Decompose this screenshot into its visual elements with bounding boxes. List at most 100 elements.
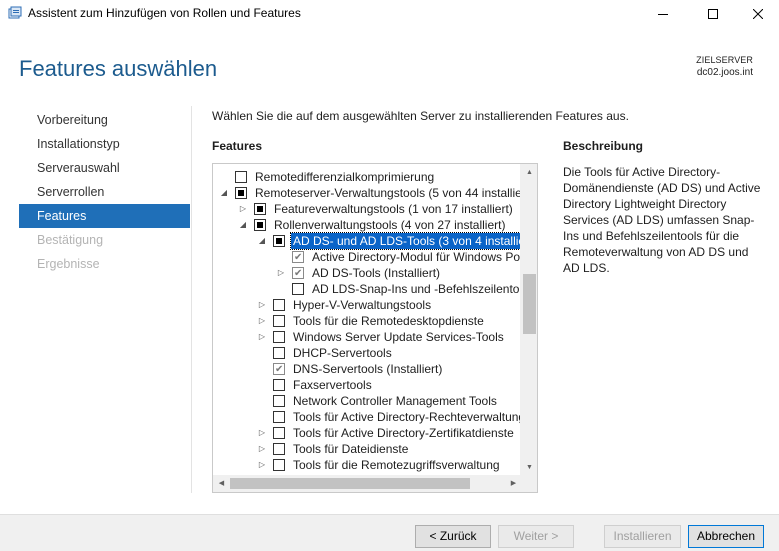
features-heading: Features	[212, 139, 263, 153]
feature-checkbox[interactable]	[273, 443, 285, 455]
tree-item[interactable]: ▷ Tools für die Remotezugriffsverwaltung	[213, 457, 521, 473]
tree-item[interactable]: ▷ Tools für Active Directory-Zertifikatdi…	[213, 425, 521, 441]
window-title: Assistent zum Hinzufügen von Rollen und …	[28, 6, 301, 20]
tree-item[interactable]: ▷ Tools für die Remotedesktopdienste	[213, 313, 521, 329]
no-arrow	[257, 361, 267, 377]
tree-item[interactable]: ◢ AD DS- und AD LDS-Tools (3 von 4 instal…	[213, 232, 537, 250]
expand-arrow-icon[interactable]: ▷	[257, 329, 267, 345]
tree-item[interactable]: DHCP-Servertools	[213, 345, 521, 361]
tree-item[interactable]: Network Controller Management Tools	[213, 393, 521, 409]
feature-checkbox[interactable]	[273, 459, 285, 471]
tree-item[interactable]: ◢ Rollenverwaltungstools (4 von 27 instal…	[213, 217, 521, 233]
collapse-arrow-icon[interactable]: ◢	[219, 185, 229, 201]
wizard-nav: Vorbereitung Installationstyp Serverausw…	[19, 108, 190, 276]
feature-checkbox[interactable]	[273, 362, 285, 378]
expand-arrow-icon[interactable]: ▷	[257, 457, 267, 473]
expand-arrow-icon[interactable]: ▷	[238, 201, 248, 217]
tree-item-label: Tools für Active Directory-Rechteverwalt…	[293, 410, 537, 424]
target-server-label: ZIELSERVER	[696, 55, 753, 65]
feature-checkbox[interactable]	[273, 427, 285, 439]
expand-arrow-icon[interactable]: ▷	[257, 441, 267, 457]
tree-item[interactable]: ▷ Windows Server Update Services-Tools	[213, 329, 521, 345]
install-button[interactable]: Installieren	[604, 525, 681, 548]
nav-item-serverauswahl[interactable]: Serverauswahl	[19, 156, 190, 180]
title-bar: Assistent zum Hinzufügen von Rollen und …	[0, 0, 779, 28]
back-button[interactable]: < Zurück	[415, 525, 491, 548]
feature-checkbox[interactable]	[292, 266, 304, 282]
nav-item-features[interactable]: Features	[19, 204, 190, 228]
tree-item-label: Tools für Dateidienste	[293, 442, 409, 456]
feature-checkbox[interactable]	[273, 411, 285, 423]
expand-arrow-icon[interactable]: ▷	[276, 265, 286, 281]
close-icon	[753, 9, 763, 19]
tree-item-label: DHCP-Servertools	[293, 346, 392, 360]
expand-arrow-icon[interactable]: ▷	[257, 425, 267, 441]
expand-arrow-icon[interactable]: ▷	[257, 297, 267, 313]
nav-item-vorbereitung[interactable]: Vorbereitung	[19, 108, 190, 132]
tree-item[interactable]: ▷ Tools für Dateidienste	[213, 441, 521, 457]
tree-item-label: Remoteserver-Verwaltungstools (5 von 44 …	[255, 186, 534, 200]
scroll-corner	[520, 475, 537, 492]
page-title: Features auswählen	[19, 56, 218, 81]
tree-item-label: Active Directory-Modul für Windows Power…	[312, 250, 537, 264]
no-arrow	[257, 409, 267, 425]
nav-item-installationstyp[interactable]: Installationstyp	[19, 132, 190, 156]
tree-item-label: Remotedifferenzialkomprimierung	[255, 170, 435, 184]
feature-checkbox[interactable]	[273, 235, 285, 247]
feature-checkbox[interactable]	[235, 171, 247, 183]
collapse-arrow-icon[interactable]: ◢	[238, 217, 248, 233]
tree-item[interactable]: Tools für Active Directory-Rechteverwalt…	[213, 409, 537, 425]
tree-item[interactable]: AD LDS-Snap-Ins und -Befehlszeilentools	[213, 281, 535, 297]
feature-checkbox[interactable]	[254, 203, 266, 215]
vertical-scrollbar[interactable]: ▲ ▼	[520, 164, 537, 476]
feature-checkbox[interactable]	[273, 347, 285, 359]
maximize-button[interactable]	[690, 0, 736, 28]
no-arrow	[257, 345, 267, 361]
collapse-arrow-icon[interactable]: ◢	[257, 233, 267, 249]
nav-item-serverrollen[interactable]: Serverrollen	[19, 180, 190, 204]
feature-checkbox[interactable]	[273, 299, 285, 311]
tree-item[interactable]: Active Directory-Modul für Windows Power…	[213, 249, 537, 266]
instruction-text: Wählen Sie die auf dem ausgewählten Serv…	[212, 109, 629, 123]
tree-item-label: AD DS-Tools (Installiert)	[312, 266, 441, 280]
scroll-thumb[interactable]	[523, 274, 536, 334]
feature-checkbox[interactable]	[235, 187, 247, 199]
target-server-name: dc02.joos.int	[696, 67, 753, 78]
scroll-left-icon[interactable]: ◀	[213, 475, 230, 492]
next-button[interactable]: Weiter >	[498, 525, 574, 548]
no-arrow	[276, 249, 286, 265]
feature-checkbox[interactable]	[292, 283, 304, 295]
feature-checkbox[interactable]	[254, 219, 266, 231]
nav-divider	[191, 106, 192, 493]
tree-item[interactable]: Faxservertools	[213, 377, 521, 393]
feature-checkbox[interactable]	[273, 379, 285, 391]
tree-item-label: Featureverwaltungstools (1 von 17 instal…	[274, 202, 513, 216]
tree-item-label: DNS-Servertools (Installiert)	[293, 362, 443, 376]
tree-item[interactable]: ▷ Featureverwaltungstools (1 von 17 insta…	[213, 201, 521, 217]
horizontal-scrollbar[interactable]: ◀ ▶	[213, 475, 522, 492]
feature-checkbox[interactable]	[273, 315, 285, 327]
tree-item-label: Tools für die Remotezugriffsverwaltung	[293, 458, 500, 472]
features-tree[interactable]: Remotedifferenzialkomprimierung ◢ Remotese…	[212, 163, 538, 493]
minimize-button[interactable]	[640, 0, 686, 28]
feature-checkbox[interactable]	[273, 331, 285, 343]
feature-checkbox[interactable]	[292, 250, 304, 266]
cancel-button[interactable]: Abbrechen	[688, 525, 764, 548]
tree-item[interactable]: ▷ Hyper-V-Verwaltungstools	[213, 297, 521, 313]
footer-bar: < Zurück Weiter > Installieren Abbrechen	[0, 514, 779, 551]
scroll-down-icon[interactable]: ▼	[521, 459, 537, 476]
hscroll-thumb[interactable]	[230, 478, 470, 489]
close-button[interactable]	[735, 0, 779, 28]
no-arrow	[219, 169, 229, 185]
tree-item[interactable]: DNS-Servertools (Installiert)	[213, 361, 521, 378]
tree-item[interactable]: ▷ AD DS-Tools (Installiert)	[213, 265, 521, 282]
feature-checkbox[interactable]	[273, 395, 285, 407]
tree-item[interactable]: ◢ Remoteserver-Verwaltungstools (5 von 44…	[213, 185, 533, 201]
no-arrow	[257, 393, 267, 409]
tree-item-label: Tools für Active Directory-Zertifikatdie…	[293, 426, 514, 440]
scroll-up-icon[interactable]: ▲	[521, 164, 537, 181]
expand-arrow-icon[interactable]: ▷	[257, 313, 267, 329]
tree-item-label: Windows Server Update Services-Tools	[293, 330, 504, 344]
tree-item[interactable]: Remotedifferenzialkomprimierung	[213, 169, 521, 185]
tree-item-label: Tools für die Remotedesktopdienste	[293, 314, 484, 328]
